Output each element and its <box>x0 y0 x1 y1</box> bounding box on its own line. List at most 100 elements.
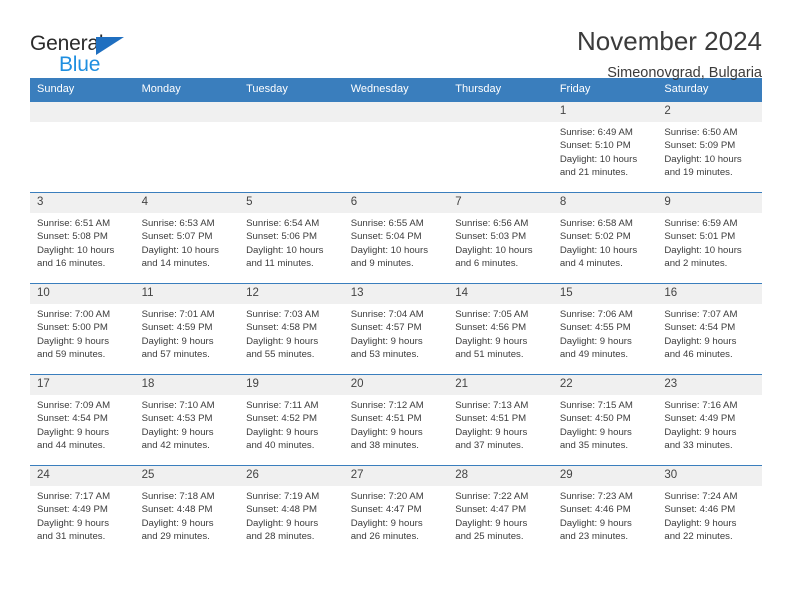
calendar-cell-day[interactable]: 13 Sunrise: 7:04 AM Sunset: 4:57 PM Dayligh… <box>343 283 449 375</box>
weekday-header-thursday: Thursday <box>448 78 553 102</box>
calendar-cell-day[interactable]: 6 Sunrise: 6:55 AM Sunset: 5:04 PM Daylight… <box>343 192 449 284</box>
sun-info: Sunrise: 6:55 AM Sunset: 5:04 PM Daylight:… <box>344 213 449 271</box>
calendar-cell-day[interactable]: 22 Sunrise: 7:15 AM Sunset: 4:50 PM Dayligh… <box>552 374 658 466</box>
daylight-text-line1: Daylight: 9 hours <box>350 517 423 529</box>
calendar-cell-day[interactable]: 2 Sunrise: 6:50 AM Sunset: 5:09 PM Daylight… <box>657 101 762 193</box>
sunset-text: Sunset: 4:46 PM <box>559 504 631 516</box>
daylight-text-line2: and 35 minutes. <box>559 440 629 452</box>
calendar-cell-day[interactable]: 11 Sunrise: 7:01 AM Sunset: 4:59 PM Dayligh… <box>134 283 240 375</box>
calendar-cell-day[interactable]: 20 Sunrise: 7:12 AM Sunset: 4:51 PM Dayligh… <box>343 374 449 466</box>
sun-info: Sunrise: 7:04 AM Sunset: 4:57 PM Daylight:… <box>344 304 449 362</box>
calendar-cell-day[interactable]: 15 Sunrise: 7:06 AM Sunset: 4:55 PM Dayligh… <box>552 283 658 375</box>
sunrise-text: Sunrise: 7:03 AM <box>246 309 320 320</box>
calendar-week-row: 10 Sunrise: 7:00 AM Sunset: 5:00 PM Dayligh… <box>30 283 762 375</box>
page-header: General Blue November 2024 Simeonovgrad,… <box>30 0 762 81</box>
calendar-cell-day[interactable]: 12 Sunrise: 7:03 AM Sunset: 4:58 PM Dayligh… <box>239 283 344 375</box>
daylight-text-line2: and 37 minutes. <box>455 440 524 452</box>
sun-info: Sunrise: 7:22 AM Sunset: 4:47 PM Daylight:… <box>448 486 553 544</box>
daylight-text-line2: and 6 minutes. <box>455 258 519 270</box>
calendar-cell-day[interactable]: 14 Sunrise: 7:05 AM Sunset: 4:56 PM Dayligh… <box>448 283 553 375</box>
sunset-text: Sunset: 5:09 PM <box>664 140 736 152</box>
sunset-text: Sunset: 5:10 PM <box>559 140 631 152</box>
calendar-cell-day[interactable]: 7 Sunrise: 6:56 AM Sunset: 5:03 PM Daylight… <box>448 192 553 284</box>
general-blue-logo[interactable]: General Blue <box>30 26 145 78</box>
sunset-text: Sunset: 4:52 PM <box>246 413 318 425</box>
sun-info: Sunrise: 6:53 AM Sunset: 5:07 PM Daylight:… <box>135 213 240 271</box>
day-number: 17 <box>30 375 135 395</box>
calendar-cell-day[interactable]: 9 Sunrise: 6:59 AM Sunset: 5:01 PM Daylight… <box>657 192 762 284</box>
calendar-cell-inner: 1 Sunrise: 6:49 AM Sunset: 5:10 PM Daylight… <box>552 102 658 192</box>
calendar-cell-day[interactable]: 1 Sunrise: 6:49 AM Sunset: 5:10 PM Daylight… <box>552 101 658 193</box>
sunrise-text: Sunrise: 7:13 AM <box>455 400 529 411</box>
day-number <box>448 102 553 122</box>
daylight-text-line2: and 31 minutes. <box>37 531 106 543</box>
daylight-text-line1: Daylight: 9 hours <box>141 517 214 529</box>
calendar-page: General Blue November 2024 Simeonovgrad,… <box>0 0 792 612</box>
calendar-cell-inner: 28 Sunrise: 7:22 AM Sunset: 4:47 PM Dayligh… <box>448 466 553 556</box>
calendar-cell-day[interactable]: 26 Sunrise: 7:19 AM Sunset: 4:48 PM Dayligh… <box>239 465 344 556</box>
sunset-text: Sunset: 5:08 PM <box>37 231 108 243</box>
day-number: 21 <box>448 375 553 395</box>
day-number: 15 <box>552 284 658 304</box>
sun-info: Sunrise: 7:09 AM Sunset: 4:54 PM Daylight:… <box>30 395 135 453</box>
day-number: 4 <box>134 193 240 213</box>
sunset-text: Sunset: 5:06 PM <box>246 231 318 243</box>
sunrise-text: Sunrise: 7:15 AM <box>559 400 633 411</box>
calendar-cell-inner: 7 Sunrise: 6:56 AM Sunset: 5:03 PM Daylight… <box>448 193 553 283</box>
sun-info: Sunrise: 7:00 AM Sunset: 5:00 PM Daylight:… <box>30 304 135 362</box>
sunrise-text: Sunrise: 7:06 AM <box>559 309 633 320</box>
calendar-cell-day[interactable]: 27 Sunrise: 7:20 AM Sunset: 4:47 PM Dayligh… <box>343 465 449 556</box>
sunset-text: Sunset: 4:54 PM <box>37 413 108 425</box>
calendar-cell-day[interactable]: 30 Sunrise: 7:24 AM Sunset: 4:46 PM Dayligh… <box>657 465 762 556</box>
daylight-text-line2: and 14 minutes. <box>141 258 210 270</box>
daylight-text-line2: and 9 minutes. <box>350 258 414 270</box>
calendar-cell-day[interactable]: 17 Sunrise: 7:09 AM Sunset: 4:54 PM Dayligh… <box>30 374 135 466</box>
sunset-text: Sunset: 4:57 PM <box>350 322 422 334</box>
sunset-text: Sunset: 4:53 PM <box>141 413 213 425</box>
sun-info: Sunrise: 6:58 AM Sunset: 5:02 PM Daylight:… <box>553 213 658 271</box>
sunset-text: Sunset: 4:46 PM <box>664 504 736 516</box>
calendar-cell-day[interactable]: 8 Sunrise: 6:58 AM Sunset: 5:02 PM Daylight… <box>552 192 658 284</box>
calendar-cell-day[interactable]: 21 Sunrise: 7:13 AM Sunset: 4:51 PM Dayligh… <box>448 374 553 466</box>
day-number: 24 <box>30 466 135 486</box>
calendar-cell-day[interactable]: 18 Sunrise: 7:10 AM Sunset: 4:53 PM Dayligh… <box>134 374 240 466</box>
calendar-cell-day[interactable]: 28 Sunrise: 7:22 AM Sunset: 4:47 PM Dayligh… <box>448 465 553 556</box>
sun-info: Sunrise: 7:18 AM Sunset: 4:48 PM Daylight:… <box>135 486 240 544</box>
calendar-cell-day[interactable]: 3 Sunrise: 6:51 AM Sunset: 5:08 PM Daylight… <box>30 192 135 284</box>
day-number <box>30 102 135 122</box>
calendar-cell-day[interactable]: 29 Sunrise: 7:23 AM Sunset: 4:46 PM Dayligh… <box>552 465 658 556</box>
calendar-cell-inner: 25 Sunrise: 7:18 AM Sunset: 4:48 PM Dayligh… <box>134 466 240 556</box>
calendar-cell-day[interactable]: 24 Sunrise: 7:17 AM Sunset: 4:49 PM Dayligh… <box>30 465 135 556</box>
sun-info: Sunrise: 7:10 AM Sunset: 4:53 PM Daylight:… <box>135 395 240 453</box>
calendar-cell-day[interactable]: 25 Sunrise: 7:18 AM Sunset: 4:48 PM Dayligh… <box>134 465 240 556</box>
sunset-text: Sunset: 4:51 PM <box>455 413 527 425</box>
calendar-cell-day[interactable]: 16 Sunrise: 7:07 AM Sunset: 4:54 PM Dayligh… <box>657 283 762 375</box>
day-number <box>134 102 240 122</box>
calendar-cell-empty <box>343 101 449 193</box>
daylight-text-line1: Daylight: 9 hours <box>455 517 528 529</box>
daylight-text-line1: Daylight: 9 hours <box>37 335 109 347</box>
calendar-cell-day[interactable]: 10 Sunrise: 7:00 AM Sunset: 5:00 PM Dayligh… <box>30 283 135 375</box>
calendar-cell-inner: 26 Sunrise: 7:19 AM Sunset: 4:48 PM Dayligh… <box>239 466 344 556</box>
sunset-text: Sunset: 4:48 PM <box>141 504 213 516</box>
calendar-cell-day[interactable]: 19 Sunrise: 7:11 AM Sunset: 4:52 PM Dayligh… <box>239 374 344 466</box>
sunrise-text: Sunrise: 7:12 AM <box>350 400 424 411</box>
calendar-cell-inner: 9 Sunrise: 6:59 AM Sunset: 5:01 PM Daylight… <box>657 193 762 283</box>
daylight-text-line2: and 59 minutes. <box>37 349 106 361</box>
sunrise-text: Sunrise: 7:24 AM <box>664 491 738 502</box>
daylight-text-line1: Daylight: 9 hours <box>664 517 737 529</box>
daylight-text-line1: Daylight: 9 hours <box>350 426 423 438</box>
logo-text-blue: Blue <box>59 53 101 76</box>
sunset-text: Sunset: 5:00 PM <box>37 322 108 334</box>
calendar-cell-day[interactable]: 23 Sunrise: 7:16 AM Sunset: 4:49 PM Dayligh… <box>657 374 762 466</box>
day-number: 25 <box>134 466 240 486</box>
calendar-cell-inner <box>30 102 135 192</box>
calendar-cell-day[interactable]: 5 Sunrise: 6:54 AM Sunset: 5:06 PM Daylight… <box>239 192 344 284</box>
daylight-text-line2: and 38 minutes. <box>350 440 419 452</box>
day-number: 3 <box>30 193 135 213</box>
daylight-text-line1: Daylight: 10 hours <box>559 244 638 256</box>
day-number: 23 <box>657 375 762 395</box>
sunrise-text: Sunrise: 6:53 AM <box>141 218 215 229</box>
calendar-cell-inner: 6 Sunrise: 6:55 AM Sunset: 5:04 PM Daylight… <box>343 193 449 283</box>
calendar-cell-day[interactable]: 4 Sunrise: 6:53 AM Sunset: 5:07 PM Daylight… <box>134 192 240 284</box>
